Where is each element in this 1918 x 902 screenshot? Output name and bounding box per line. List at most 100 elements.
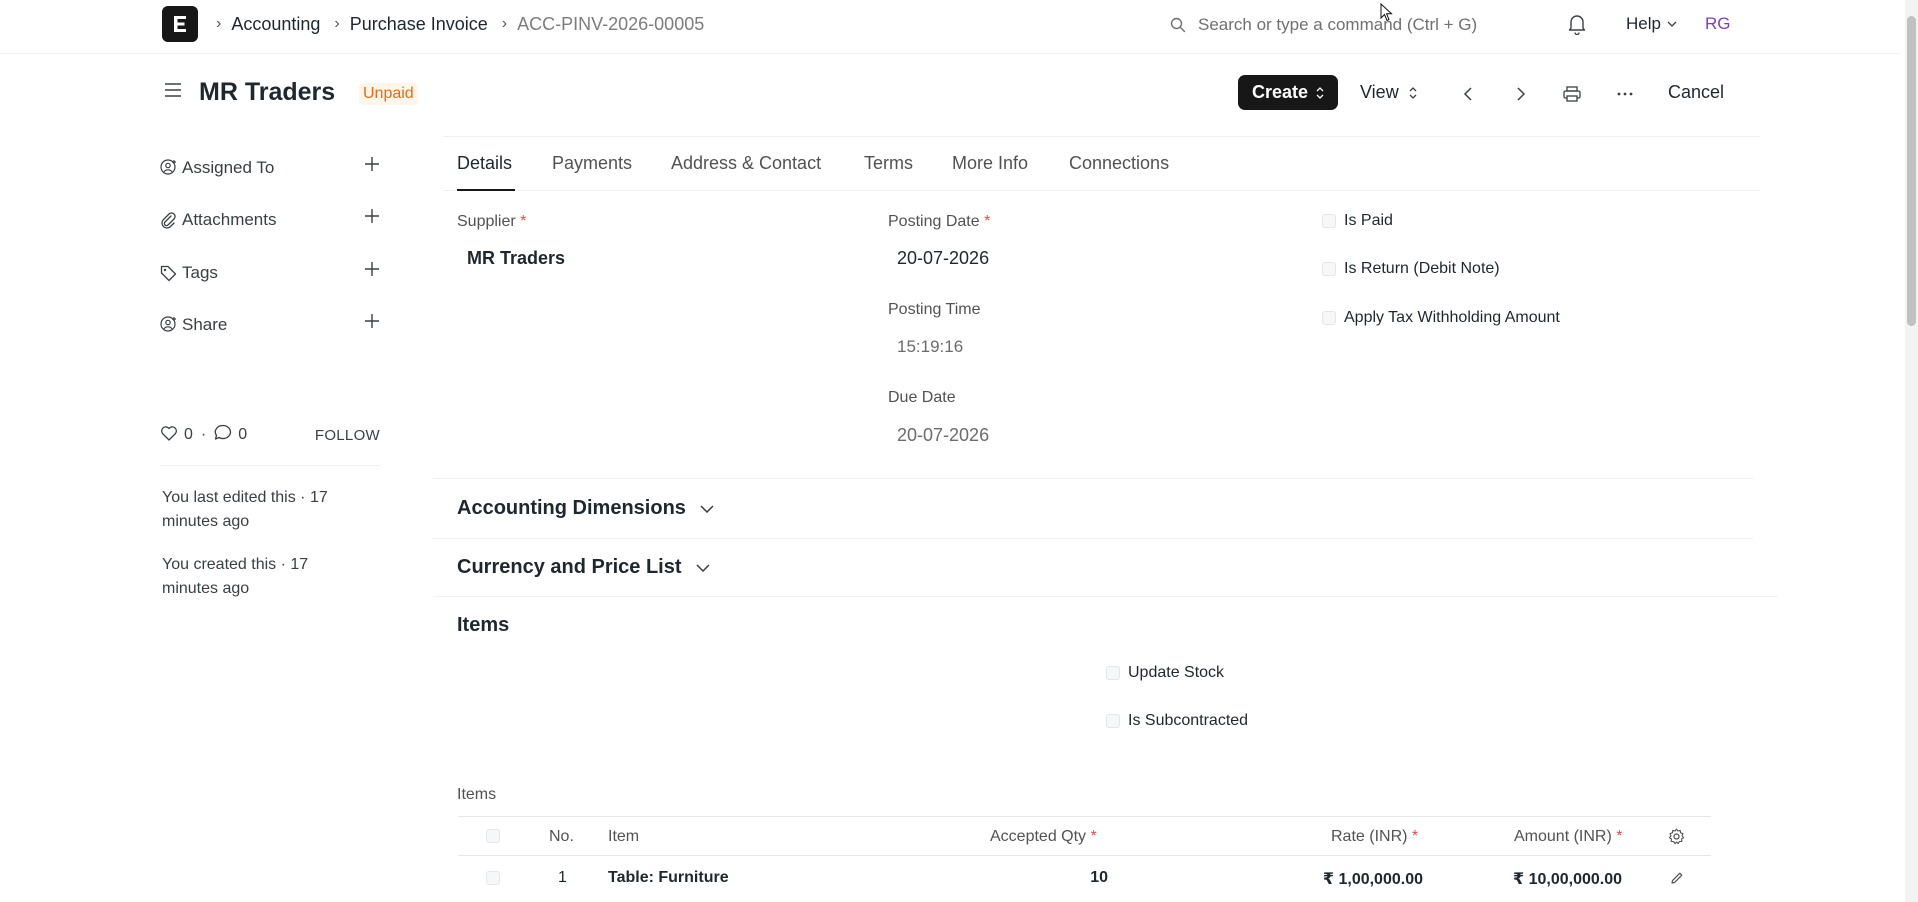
search-icon	[1170, 17, 1186, 33]
posting-time-label: Posting Time	[888, 301, 981, 318]
chevron-right-icon: ›	[334, 15, 340, 32]
sidebar-item-share[interactable]: Share	[160, 310, 380, 340]
items-table-header: No. Item Accepted Qty * Rate (INR) * Amo…	[458, 816, 1711, 856]
likes-count: 0	[184, 426, 193, 443]
share-user-icon	[160, 316, 182, 334]
printer-icon	[1563, 86, 1581, 102]
breadcrumb-document[interactable]: ACC-PINV-2026-00005	[517, 14, 704, 35]
erpnext-logo-icon	[174, 16, 186, 32]
supplier-label: Supplier *	[457, 213, 527, 230]
page-head: MR Traders Unpaid Create View Cancel	[0, 54, 1900, 134]
plus-icon[interactable]	[364, 313, 380, 334]
tab-address-contact[interactable]: Address & Contact	[671, 153, 821, 174]
posting-time-field[interactable]: 15:19:16	[897, 337, 963, 357]
avatar[interactable]: RG	[1705, 14, 1731, 34]
page-title: MR Traders	[199, 78, 336, 106]
breadcrumb-accounting[interactable]: Accounting	[231, 14, 320, 35]
sidebar-divider	[160, 465, 380, 466]
tab-more-info[interactable]: More Info	[952, 153, 1028, 174]
table-settings-button[interactable]	[1668, 828, 1685, 850]
section-title: Items	[457, 614, 510, 636]
apply-tax-checkbox[interactable]	[1322, 311, 1336, 325]
plus-icon[interactable]	[364, 208, 380, 229]
previous-document-button[interactable]	[1454, 80, 1482, 108]
row-checkbox[interactable]	[486, 871, 500, 885]
page-scrollbar[interactable]	[1905, 0, 1918, 902]
tag-icon	[160, 265, 182, 282]
column-header-no: No.	[549, 828, 574, 845]
row-rate[interactable]: ₹ 1,00,000.00	[1258, 869, 1423, 889]
row-item[interactable]: Table: Furniture	[608, 869, 729, 887]
bell-icon	[1568, 15, 1586, 36]
is-subcontracted-label: Is Subcontracted	[1128, 712, 1249, 729]
chevron-right-icon	[1517, 87, 1526, 101]
tab-terms[interactable]: Terms	[864, 153, 913, 174]
heart-icon[interactable]	[160, 425, 178, 446]
tab-details[interactable]: Details	[457, 153, 512, 174]
update-stock-checkbox-row[interactable]: Update Stock	[1106, 664, 1224, 682]
column-header-accepted-qty: Accepted Qty *	[990, 828, 1097, 845]
app-logo[interactable]	[162, 6, 198, 42]
apply-tax-checkbox-row[interactable]: Apply Tax Withholding Amount	[1322, 309, 1560, 327]
activity-created: You created this · 17 minutes ago	[162, 556, 309, 597]
view-dropdown[interactable]: View	[1360, 75, 1417, 110]
plus-icon[interactable]	[364, 261, 380, 282]
print-button[interactable]	[1558, 80, 1586, 108]
is-paid-checkbox-row[interactable]: Is Paid	[1322, 212, 1393, 230]
sidebar-item-label: Assigned To	[182, 158, 275, 177]
select-all-checkbox[interactable]	[486, 829, 500, 843]
column-header-rate: Rate (INR) *	[1331, 828, 1419, 845]
search-bar[interactable]	[1170, 10, 1530, 40]
row-accepted-qty[interactable]: 10	[1058, 869, 1108, 887]
navbar: › Accounting › Purchase Invoice › ACC-PI…	[0, 0, 1900, 54]
is-return-checkbox[interactable]	[1322, 262, 1336, 276]
is-subcontracted-checkbox[interactable]	[1106, 714, 1120, 728]
due-date-field[interactable]: 20-07-2026	[897, 425, 989, 446]
sidebar-toggle[interactable]	[164, 82, 182, 103]
is-subcontracted-checkbox-row[interactable]: Is Subcontracted	[1106, 712, 1248, 730]
create-label: Create	[1251, 82, 1309, 102]
sidebar-item-assigned-to[interactable]: Assigned To	[160, 153, 380, 183]
row-no: 1	[558, 869, 567, 886]
tab-payments[interactable]: Payments	[552, 153, 632, 174]
separator-dot: ·	[200, 426, 207, 443]
accounting-dimensions-section[interactable]: Accounting Dimensions	[457, 497, 714, 520]
help-dropdown[interactable]: Help	[1626, 14, 1677, 34]
section-divider	[433, 478, 1753, 479]
currency-price-list-section[interactable]: Currency and Price List	[457, 556, 710, 579]
due-date-label: Due Date	[888, 389, 956, 406]
edit-row-button[interactable]	[1670, 871, 1684, 890]
scrollbar-thumb[interactable]	[1907, 16, 1916, 326]
menu-icon	[165, 83, 181, 97]
tab-connections[interactable]: Connections	[1069, 153, 1169, 174]
items-section: Items	[457, 614, 509, 637]
section-title: Currency and Price List	[457, 556, 682, 578]
sidebar-item-tags[interactable]: Tags	[160, 258, 380, 288]
update-stock-checkbox[interactable]	[1106, 666, 1120, 680]
plus-icon[interactable]	[364, 156, 380, 177]
sidebar-item-attachments[interactable]: Attachments	[160, 205, 380, 235]
posting-date-field[interactable]: 20-07-2026	[897, 248, 989, 269]
search-input[interactable]	[1198, 15, 1518, 35]
breadcrumb-purchase-invoice[interactable]: Purchase Invoice	[350, 14, 488, 35]
section-divider	[433, 596, 1778, 597]
create-button[interactable]: Create	[1238, 75, 1338, 110]
next-document-button[interactable]	[1507, 80, 1535, 108]
more-actions-button[interactable]	[1611, 80, 1639, 108]
is-paid-label: Is Paid	[1344, 212, 1393, 229]
sidebar-item-label: Tags	[182, 263, 218, 282]
section-divider	[433, 538, 1753, 539]
is-paid-checkbox[interactable]	[1322, 214, 1336, 228]
follow-button[interactable]: FOLLOW	[315, 427, 380, 444]
supplier-field[interactable]: MR Traders	[467, 248, 565, 269]
is-return-checkbox-row[interactable]: Is Return (Debit Note)	[1322, 260, 1500, 278]
table-row[interactable]: 1 Table: Furniture 10 ₹ 1,00,000.00 ₹ 10…	[458, 857, 1711, 902]
comment-icon[interactable]	[214, 424, 232, 446]
section-title: Accounting Dimensions	[457, 497, 686, 519]
items-table-label: Items	[457, 786, 497, 803]
notifications-button[interactable]	[1567, 13, 1587, 40]
comments-count: 0	[238, 426, 248, 443]
active-tab-indicator	[457, 189, 515, 191]
cancel-button[interactable]: Cancel	[1668, 82, 1724, 103]
mouse-cursor-icon	[1380, 2, 1393, 27]
